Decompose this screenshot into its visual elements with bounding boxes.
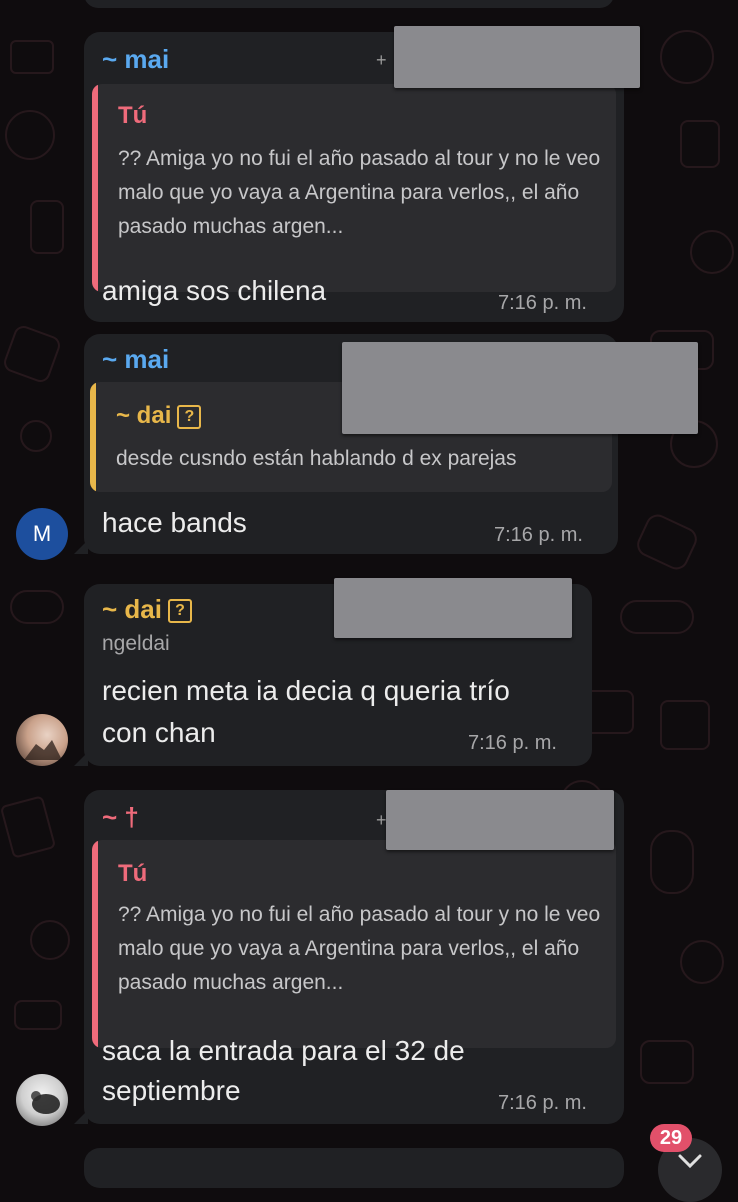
sender-name[interactable]: ~ mai [102,344,169,375]
reply-sender: Tú [118,102,148,129]
reply-quote[interactable]: Tú ?? Amiga yo no fui el año pasado al t… [92,84,616,292]
sender-name: ~ dai [102,594,162,624]
reply-sender: ~ dai [116,402,172,429]
sender-phone: + [376,50,387,70]
sender-phone: + [376,810,387,830]
unknown-emoji-icon: ? [167,599,192,624]
unread-count-badge: 29 [650,1124,692,1152]
redacted-phone-block [334,578,572,638]
message-text-line-1: recien meta ia decia q queria trío [102,675,510,706]
avatar-photo-icon [31,1091,60,1114]
reply-quote[interactable]: Tú ?? Amiga yo no fui el año pasado al t… [92,840,616,1048]
sender-name[interactable]: ~ † [102,802,139,833]
redacted-phone-block [342,342,698,434]
redacted-phone-block [394,26,640,88]
message-text-line-1: saca la entrada para el 32 de [102,1035,465,1066]
message-text-line-2: septiembre [102,1075,241,1106]
sender-name[interactable]: ~ mai [102,44,169,75]
reply-sender-wrap: ~ dai? [116,402,202,430]
reply-sender: Tú [118,860,148,887]
message-time: 7:16 p. m. [498,292,587,314]
avatar[interactable] [16,1074,68,1126]
message-time: 7:16 p. m. [494,524,583,546]
avatar-initial: M [32,521,52,546]
message-text: hace bands [102,507,247,538]
message-text: amiga sos chilena [102,275,327,306]
previous-message-bubble [84,0,614,8]
avatar-photo-icon [24,740,62,760]
reply-text: ?? Amiga yo no fui el año pasado al tour… [118,147,601,238]
sender-handle: ngeldai [102,632,170,655]
message-time: 7:16 p. m. [498,1092,587,1114]
unknown-emoji-icon: ? [177,404,202,429]
message-time: 7:16 p. m. [468,732,557,754]
next-message-bubble [84,1148,624,1188]
sender-name-wrap[interactable]: ~ dai? [102,594,192,625]
message-text-line-2: con chan [102,717,216,748]
reply-text: ?? Amiga yo no fui el año pasado al tour… [118,903,601,994]
redacted-phone-block [386,790,614,850]
reply-text: desde cusndo están hablando d ex parejas [116,447,517,470]
avatar[interactable]: M [16,508,68,560]
avatar[interactable] [16,714,68,766]
